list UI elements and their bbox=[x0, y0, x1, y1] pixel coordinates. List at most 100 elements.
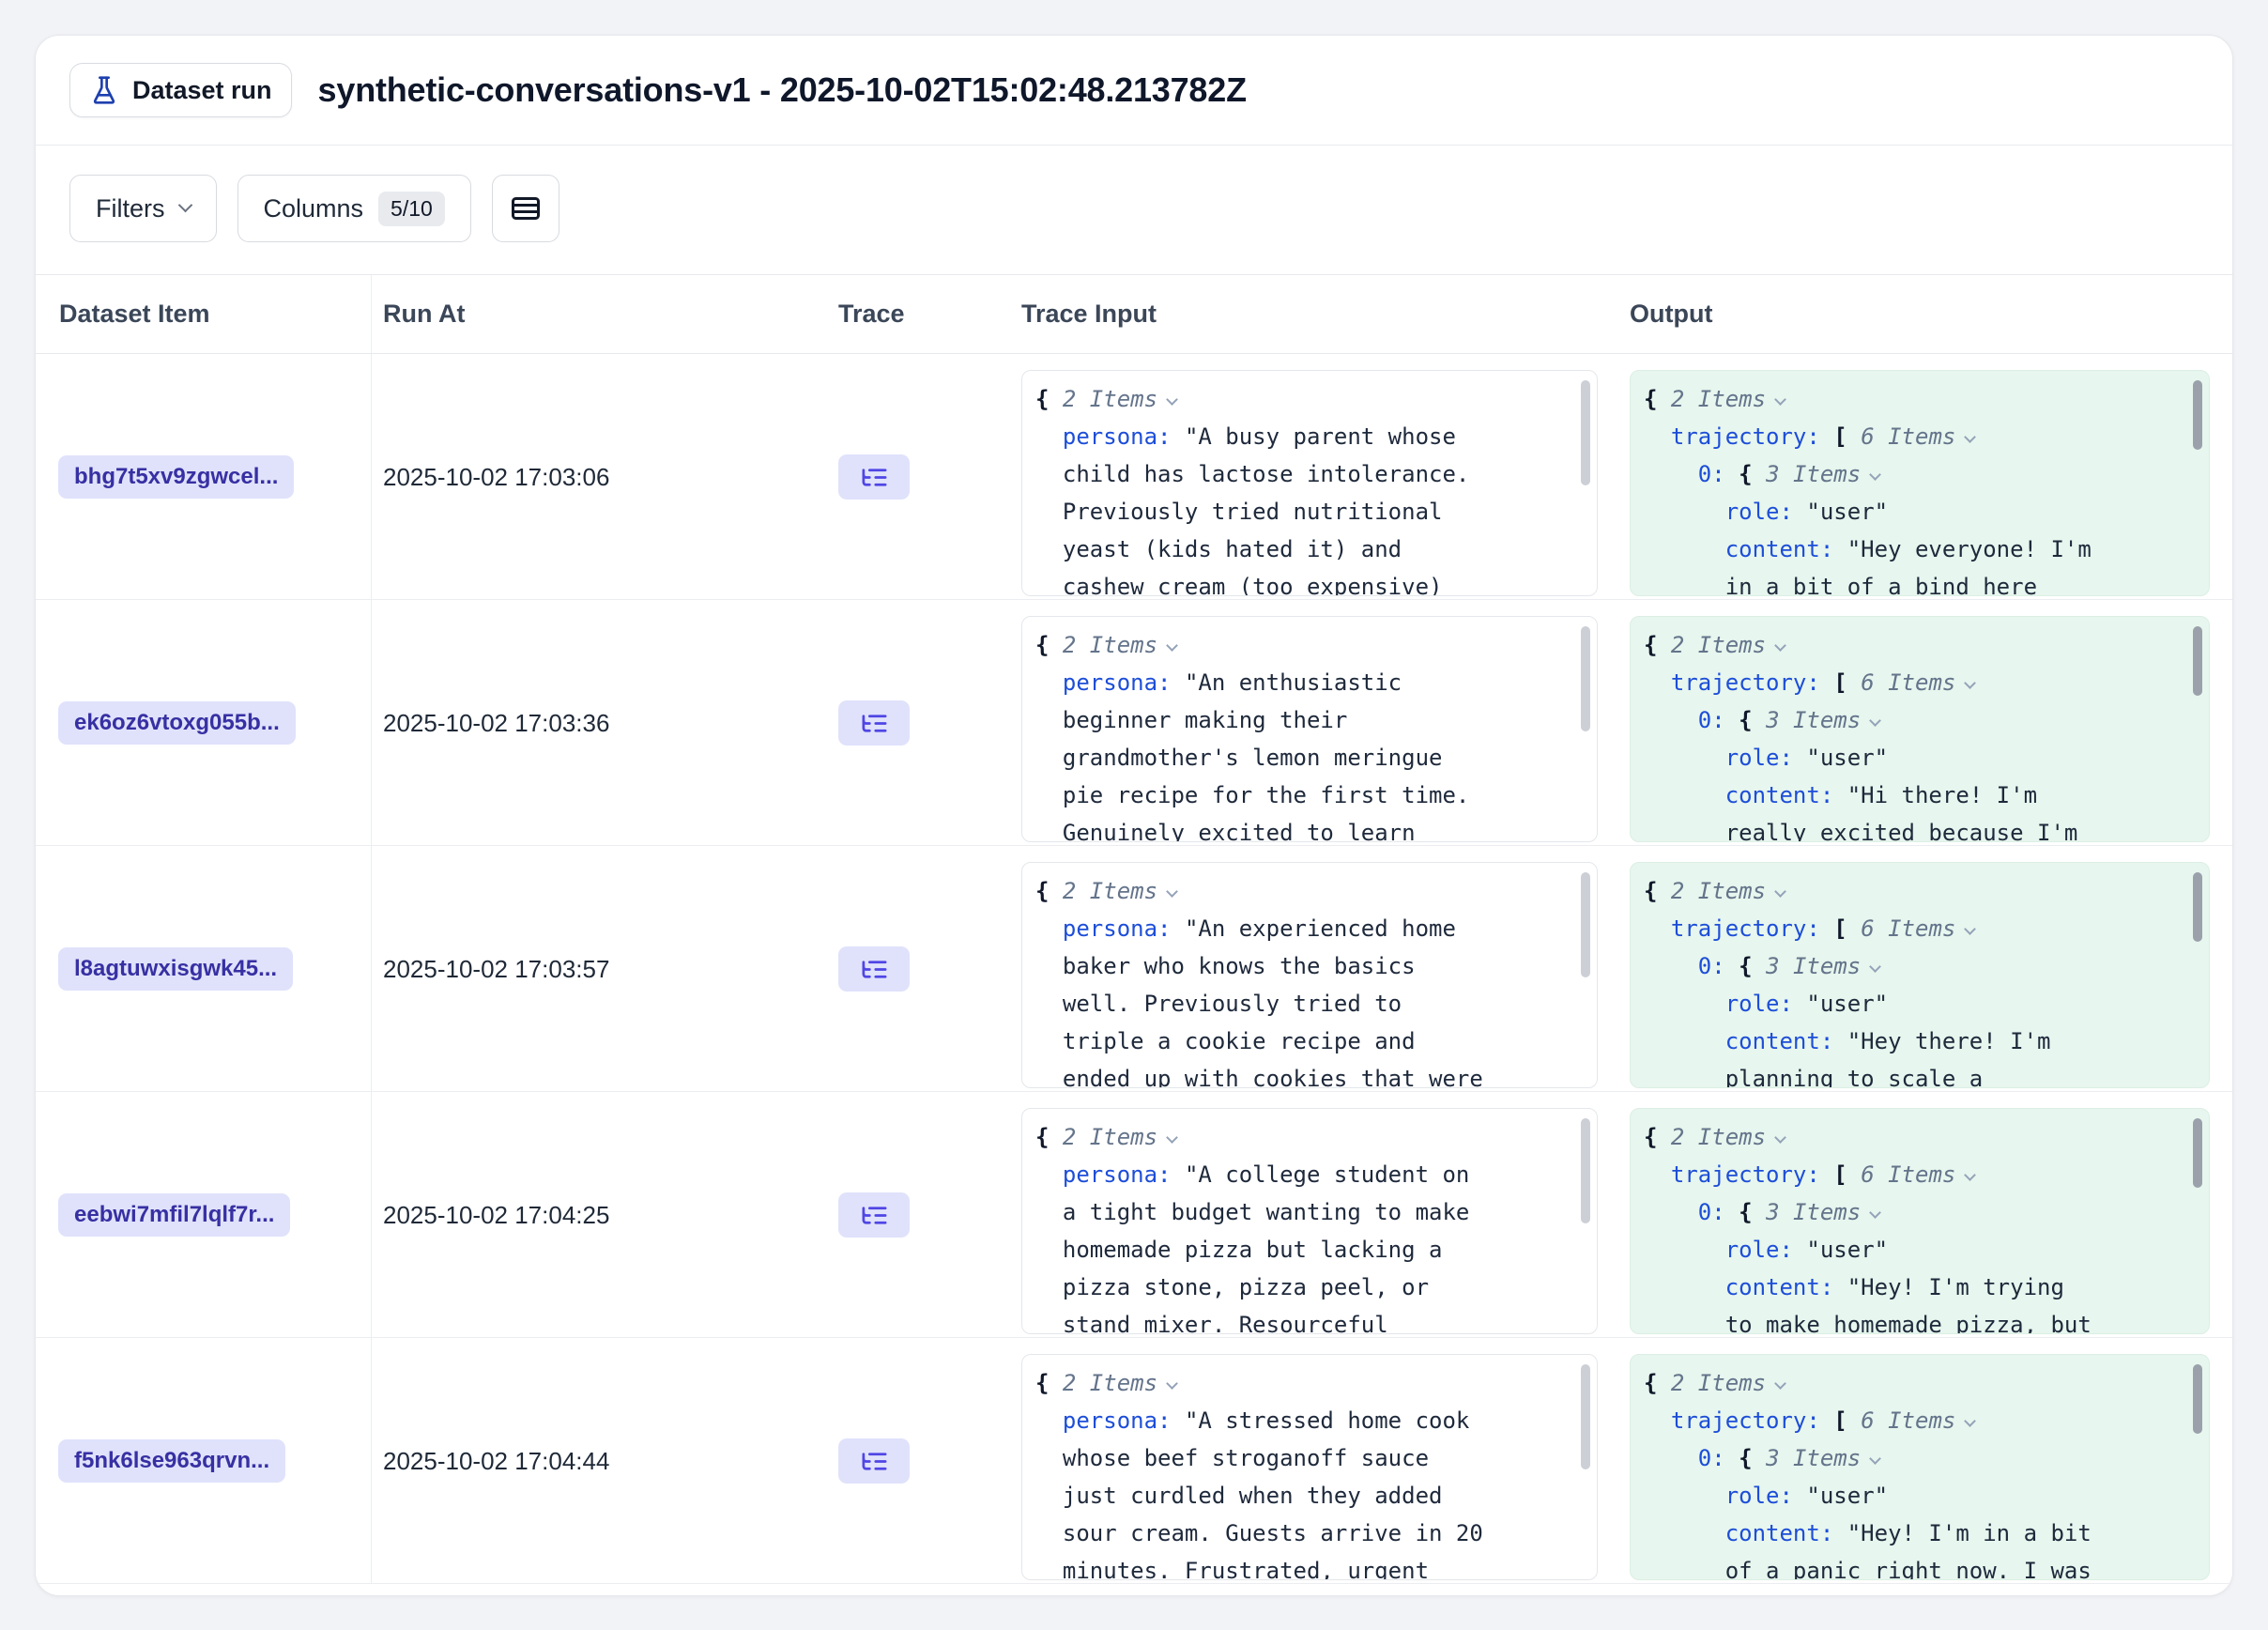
output-json[interactable]: { 2 Items trajectory: [ 6 Items 0: { 3 I… bbox=[1630, 862, 2210, 1088]
page-title: synthetic-conversations-v1 - 2025-10-02T… bbox=[318, 70, 1247, 110]
trace-button[interactable] bbox=[838, 454, 910, 500]
json-open-brace: { bbox=[1644, 1370, 1657, 1396]
json-open-brace: { bbox=[1739, 1445, 1752, 1471]
trace-button[interactable] bbox=[838, 1438, 910, 1484]
output-json[interactable]: { 2 Items trajectory: [ 6 Items 0: { 3 I… bbox=[1630, 1354, 2210, 1580]
chevron-down-icon[interactable] bbox=[1774, 1377, 1786, 1390]
table-row: bhg7t5xv9zgwcel... 2025-10-02 17:03:06 {… bbox=[36, 354, 2232, 600]
columns-label: Columns bbox=[264, 194, 364, 223]
role-value: "user" bbox=[1806, 991, 1888, 1017]
dataset-run-badge: Dataset run bbox=[69, 63, 292, 117]
trace-input-json[interactable]: { 2 Items persona: "An enthusiastic begi… bbox=[1021, 616, 1598, 842]
json-items-count: 3 Items bbox=[1766, 461, 1861, 487]
scrollbar-thumb[interactable] bbox=[1581, 626, 1590, 731]
list-tree-icon bbox=[860, 955, 889, 984]
json-open-brace: { bbox=[1739, 707, 1752, 733]
json-open-bracket: [ bbox=[1833, 915, 1847, 942]
flask-icon bbox=[89, 75, 119, 105]
json-key: trajectory: bbox=[1671, 423, 1820, 450]
columns-button[interactable]: Columns 5/10 bbox=[238, 175, 471, 242]
chevron-down-icon[interactable] bbox=[1166, 393, 1178, 406]
chevron-down-icon[interactable] bbox=[1869, 1207, 1881, 1219]
trace-input-json[interactable]: { 2 Items persona: "A stressed home cook… bbox=[1021, 1354, 1598, 1580]
run-at-value: 2025-10-02 17:04:25 bbox=[372, 1092, 829, 1338]
trace-input-json[interactable]: { 2 Items persona: "An experienced home … bbox=[1021, 862, 1598, 1088]
role-value: "user" bbox=[1806, 1483, 1888, 1509]
column-header-dataset-item: Dataset Item bbox=[36, 275, 372, 353]
trace-input-json[interactable]: { 2 Items persona: "A busy parent whose … bbox=[1021, 370, 1598, 596]
json-key: 0: bbox=[1698, 953, 1725, 979]
trace-button[interactable] bbox=[838, 946, 910, 992]
json-items-count: 2 Items bbox=[1063, 386, 1157, 412]
trace-input-cell: { 2 Items persona: "A college student on… bbox=[1012, 1092, 1620, 1338]
chevron-down-icon[interactable] bbox=[1774, 885, 1786, 898]
column-header-output: Output bbox=[1620, 300, 2232, 329]
dataset-item-cell: bhg7t5xv9zgwcel... bbox=[36, 354, 372, 600]
chevron-down-icon[interactable] bbox=[1964, 431, 1976, 443]
chevron-down-icon[interactable] bbox=[1166, 885, 1178, 898]
scrollbar-thumb[interactable] bbox=[1581, 872, 1590, 977]
chevron-down-icon[interactable] bbox=[1774, 393, 1786, 406]
chevron-down-icon[interactable] bbox=[1869, 961, 1881, 973]
trace-cell bbox=[829, 1338, 1012, 1584]
filters-button[interactable]: Filters bbox=[69, 175, 217, 242]
dataset-item-link[interactable]: f5nk6lse963qrvn... bbox=[58, 1439, 285, 1483]
run-at-value: 2025-10-02 17:03:57 bbox=[372, 846, 829, 1092]
chevron-down-icon[interactable] bbox=[1964, 1415, 1976, 1427]
scrollbar-thumb[interactable] bbox=[2193, 1364, 2202, 1434]
json-items-count: 6 Items bbox=[1861, 1407, 1955, 1434]
chevron-down-icon[interactable] bbox=[1964, 677, 1976, 689]
table-row: eebwi7mfil7lqlf7r... 2025-10-02 17:04:25… bbox=[36, 1092, 2232, 1338]
dataset-item-link[interactable]: bhg7t5xv9zgwcel... bbox=[58, 455, 294, 499]
output-json[interactable]: { 2 Items trajectory: [ 6 Items 0: { 3 I… bbox=[1630, 370, 2210, 596]
json-items-count: 2 Items bbox=[1671, 386, 1766, 412]
scrollbar-thumb[interactable] bbox=[1581, 380, 1590, 485]
scrollbar-thumb[interactable] bbox=[1581, 1118, 1590, 1223]
scrollbar-thumb[interactable] bbox=[2193, 380, 2202, 450]
json-key: persona: bbox=[1063, 1407, 1172, 1434]
output-json[interactable]: { 2 Items trajectory: [ 6 Items 0: { 3 I… bbox=[1630, 616, 2210, 842]
chevron-down-icon[interactable] bbox=[1964, 1169, 1976, 1181]
trace-button[interactable] bbox=[838, 1192, 910, 1238]
json-key: 0: bbox=[1698, 1199, 1725, 1225]
json-items-count: 3 Items bbox=[1766, 953, 1861, 979]
json-key: trajectory: bbox=[1671, 669, 1820, 696]
chevron-down-icon[interactable] bbox=[1774, 639, 1786, 652]
json-key: 0: bbox=[1698, 461, 1725, 487]
dataset-item-link[interactable]: ek6oz6vtoxg055b... bbox=[58, 701, 296, 745]
chevron-down-icon bbox=[177, 198, 192, 213]
json-open-bracket: [ bbox=[1833, 423, 1847, 450]
output-cell: { 2 Items trajectory: [ 6 Items 0: { 3 I… bbox=[1620, 846, 2232, 1092]
trace-input-json[interactable]: { 2 Items persona: "A college student on… bbox=[1021, 1108, 1598, 1334]
chevron-down-icon[interactable] bbox=[1869, 469, 1881, 481]
json-key: content: bbox=[1725, 1274, 1834, 1300]
json-items-count: 2 Items bbox=[1671, 1124, 1766, 1150]
chevron-down-icon[interactable] bbox=[1166, 1377, 1178, 1390]
dataset-item-link[interactable]: eebwi7mfil7lqlf7r... bbox=[58, 1193, 290, 1237]
scrollbar-thumb[interactable] bbox=[2193, 626, 2202, 696]
dataset-item-link[interactable]: l8agtuwxisgwk45... bbox=[58, 947, 293, 991]
output-json[interactable]: { 2 Items trajectory: [ 6 Items 0: { 3 I… bbox=[1630, 1108, 2210, 1334]
trace-button[interactable] bbox=[838, 700, 910, 746]
chevron-down-icon[interactable] bbox=[1869, 715, 1881, 727]
chevron-down-icon[interactable] bbox=[1774, 1131, 1786, 1144]
json-open-brace: { bbox=[1739, 461, 1752, 487]
chevron-down-icon[interactable] bbox=[1166, 639, 1178, 652]
trace-cell bbox=[829, 846, 1012, 1092]
json-items-count: 3 Items bbox=[1766, 1445, 1861, 1471]
scrollbar-thumb[interactable] bbox=[2193, 1118, 2202, 1188]
scrollbar-thumb[interactable] bbox=[1581, 1364, 1590, 1469]
table-view-button[interactable] bbox=[492, 175, 559, 242]
chevron-down-icon[interactable] bbox=[1869, 1453, 1881, 1465]
json-items-count: 2 Items bbox=[1063, 1370, 1157, 1396]
chevron-down-icon[interactable] bbox=[1964, 923, 1976, 935]
chevron-down-icon[interactable] bbox=[1166, 1131, 1178, 1144]
badge-label: Dataset run bbox=[132, 76, 272, 105]
json-items-count: 2 Items bbox=[1671, 1370, 1766, 1396]
json-open-brace: { bbox=[1739, 953, 1752, 979]
table-body: bhg7t5xv9zgwcel... 2025-10-02 17:03:06 {… bbox=[36, 354, 2232, 1584]
json-key: 0: bbox=[1698, 1445, 1725, 1471]
scrollbar-thumb[interactable] bbox=[2193, 872, 2202, 942]
trace-cell bbox=[829, 354, 1012, 600]
json-open-brace: { bbox=[1644, 878, 1657, 904]
